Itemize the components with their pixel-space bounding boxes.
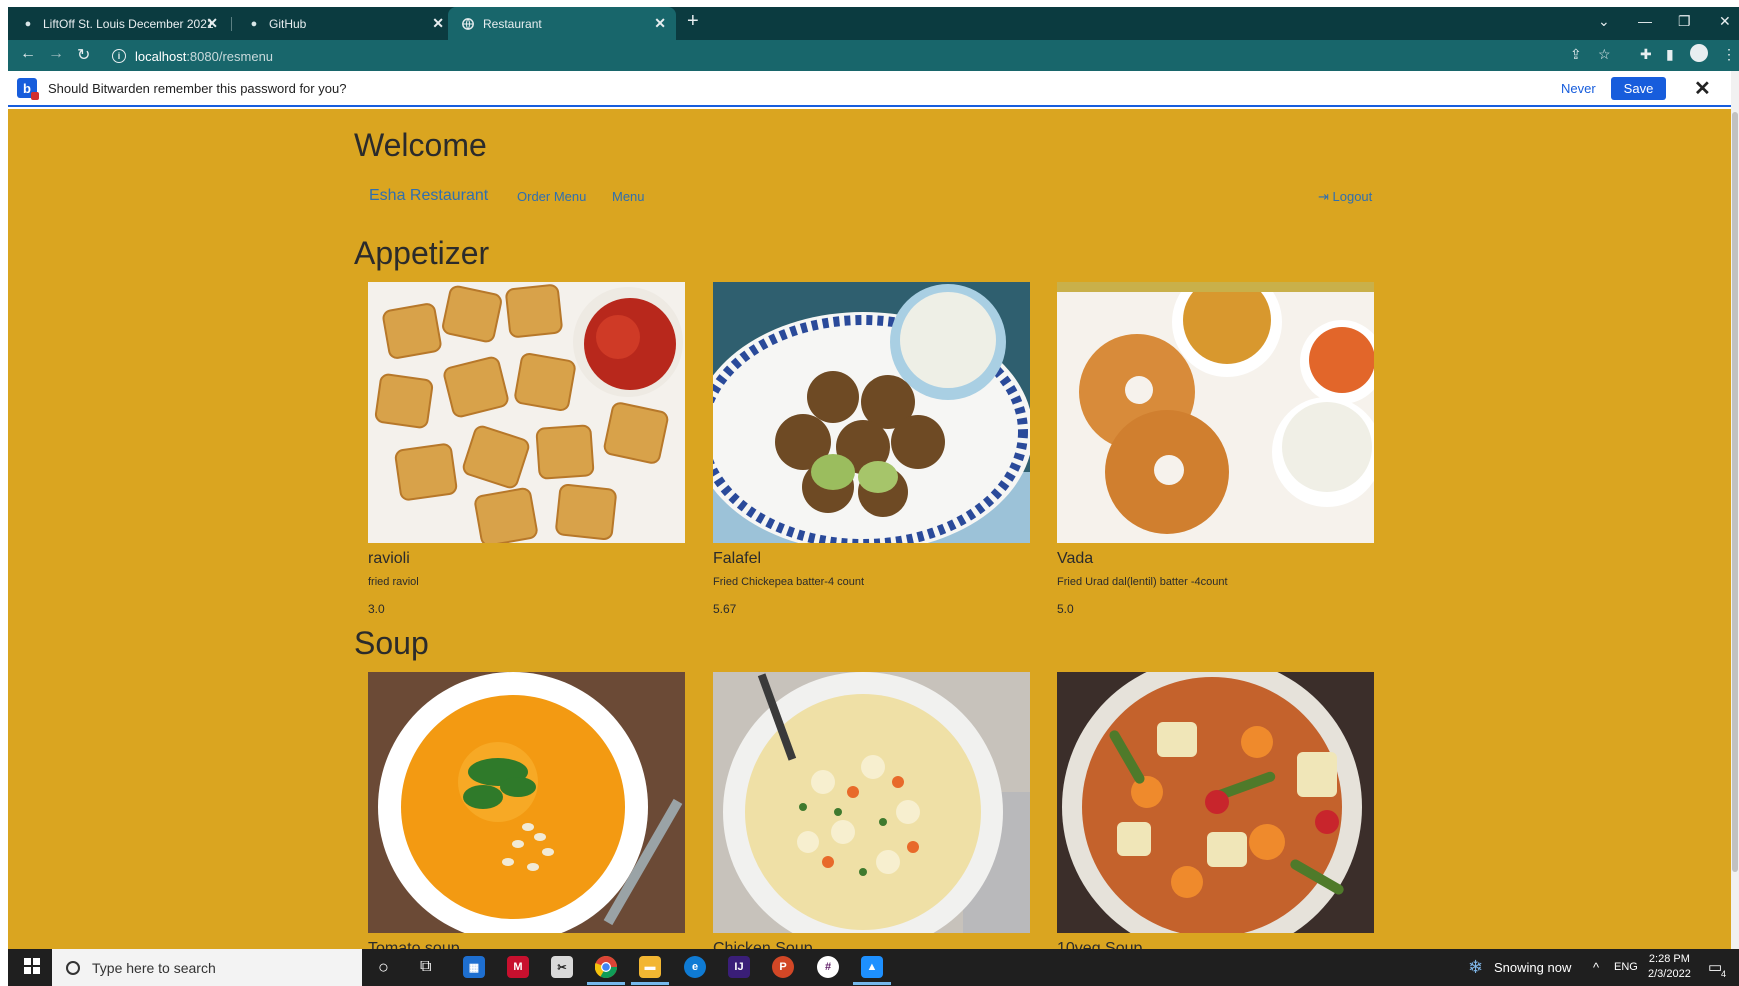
tab-title: GitHub (269, 16, 307, 31)
item-name: Vada (1057, 550, 1094, 567)
page-title: Welcome (354, 127, 487, 163)
notification-count-badge: 4 (1721, 969, 1727, 979)
file-explorer-app-icon[interactable]: ▬ (631, 956, 669, 985)
section-title-appetizer: Appetizer (354, 235, 490, 271)
edge-app-icon[interactable]: e (684, 956, 706, 978)
logout-link[interactable]: ⇥ Logout (1318, 189, 1372, 205)
back-arrow-icon[interactable]: ← (20, 45, 36, 63)
item-price: 3.0 (368, 602, 385, 616)
chicken-soup-photo[interactable] (713, 672, 1030, 933)
falafel-photo[interactable] (713, 282, 1030, 543)
forward-arrow-icon[interactable]: → (48, 45, 64, 63)
kebab-menu-icon[interactable]: ⋮ (1722, 46, 1736, 63)
item-description: Fried Urad dal(lentil) batter -4count (1057, 576, 1228, 588)
search-placeholder: Type here to search (92, 959, 216, 976)
intellij-app-icon[interactable]: IJ (728, 956, 750, 978)
close-window-icon[interactable]: ✕ (1719, 13, 1731, 30)
item-description: Fried Chickepea batter-4 count (713, 576, 865, 588)
restore-icon[interactable]: ❐ (1678, 13, 1691, 30)
nav-link-menu[interactable]: Menu (612, 189, 645, 204)
bitwarden-shield-icon: b (17, 78, 39, 100)
minimize-icon[interactable]: — (1638, 13, 1652, 29)
url-path: :8080/resmenu (186, 48, 274, 64)
page-content: Welcome Esha Restaurant Order Menu Menu … (8, 109, 1731, 949)
cortana-circle-icon[interactable]: ○ (378, 957, 389, 978)
nav-link-order-menu[interactable]: Order Menu (517, 189, 586, 204)
search-icon (66, 960, 80, 975)
address-bar[interactable]: i localhost:8080/resmenu (112, 44, 1592, 68)
logout-icon: ⇥ (1318, 189, 1333, 204)
extensions-puzzle-icon[interactable]: ✚ (1640, 46, 1652, 63)
item-name: 10veg Soup (1057, 940, 1143, 949)
browser-tab-strip: ● LiftOff St. Louis December 2021 ✕ ● Gi… (8, 7, 1739, 40)
snipping-tool-app-icon[interactable]: ✂ (551, 956, 573, 978)
language-indicator[interactable]: ENG (1614, 961, 1638, 973)
item-name: ravioli (368, 550, 410, 567)
profile-avatar-icon[interactable] (1690, 44, 1708, 62)
taskbar-search-box[interactable]: Type here to search (52, 949, 362, 986)
new-tab-icon[interactable]: + (687, 10, 699, 33)
star-bookmark-icon[interactable]: ☆ (1598, 46, 1611, 63)
section-title-soup: Soup (354, 625, 429, 661)
powerpoint-app-icon[interactable]: P (772, 956, 794, 978)
site-info-icon[interactable]: i (112, 49, 126, 63)
tab-liftoff[interactable]: ● LiftOff St. Louis December 2021 ✕ (8, 7, 228, 40)
github-favicon-icon: ● (250, 17, 258, 30)
item-name: Chicken Soup (713, 940, 813, 949)
task-view-icon[interactable]: ⧉ (420, 958, 431, 976)
item-description: fried raviol (368, 576, 419, 588)
share-icon[interactable]: ⇪ (1570, 46, 1582, 63)
screen-top-edge (0, 0, 1739, 7)
vada-photo[interactable] (1057, 282, 1374, 543)
never-button[interactable]: Never (1561, 81, 1596, 96)
taskbar-clock[interactable]: 2:28 PM 2/3/2022 (1648, 952, 1691, 982)
mcafee-app-icon[interactable]: M (507, 956, 529, 978)
page-scrollbar-thumb[interactable] (1732, 112, 1738, 872)
snowflake-weather-icon[interactable]: ❄ (1468, 957, 1483, 978)
item-price: 5.67 (713, 602, 737, 616)
fried-ravioli-photo[interactable] (368, 282, 685, 543)
item-name: Falafel (713, 550, 762, 567)
reload-icon[interactable]: ↻ (77, 45, 90, 65)
tomato-soup-photo[interactable] (368, 672, 685, 933)
url-host: localhost (135, 48, 187, 64)
store-app-icon[interactable]: ▦ (463, 956, 485, 978)
bitwarden-notification-bar: b Should Bitwarden remember this passwor… (8, 71, 1731, 107)
close-tab-icon[interactable]: ✕ (432, 15, 444, 32)
side-panel-icon[interactable]: ▮ (1666, 46, 1674, 63)
clock-date: 2/3/2022 (1648, 968, 1691, 980)
windows-start-icon[interactable] (24, 958, 40, 974)
bitwarden-message: Should Bitwarden remember this password … (48, 81, 347, 96)
close-tab-icon[interactable]: ✕ (206, 15, 218, 32)
photos-app-icon[interactable]: ▲ (853, 956, 891, 985)
logout-label: Logout (1332, 189, 1373, 204)
item-name: Tomato soup (368, 940, 460, 949)
tab-separator (231, 17, 232, 31)
tab-title: LiftOff St. Louis December 2021 (43, 16, 214, 31)
tray-chevron-icon[interactable]: ^ (1593, 960, 1599, 975)
browser-toolbar: ← → ↻ i localhost:8080/resmenu ⇪ ☆ ✚ ▮ ⋮ (8, 40, 1739, 71)
brand-link[interactable]: Esha Restaurant (369, 187, 488, 205)
chrome-app-icon[interactable] (587, 956, 625, 985)
tab-github[interactable]: ● GitHub ✕ (234, 7, 454, 40)
clock-time: 2:28 PM (1648, 953, 1690, 965)
windows-taskbar: Type here to search ○ ⧉ ▦ M ✂ ▬ e IJ P #… (8, 949, 1739, 986)
save-button[interactable]: Save (1611, 77, 1666, 100)
close-icon[interactable]: ✕ (1694, 76, 1711, 101)
weather-text[interactable]: Snowing now (1494, 960, 1571, 975)
slack-app-icon[interactable]: # (817, 956, 839, 978)
tab-restaurant[interactable]: Restaurant ✕ (448, 7, 676, 40)
close-tab-icon[interactable]: ✕ (654, 15, 666, 32)
globe-icon (462, 17, 474, 30)
veg-soup-photo[interactable] (1057, 672, 1374, 933)
liftoff-favicon-icon: ● (24, 17, 32, 30)
tab-search-chevron-icon[interactable]: ⌄ (1598, 13, 1610, 30)
item-price: 5.0 (1057, 602, 1074, 616)
tab-title: Restaurant (483, 16, 542, 31)
